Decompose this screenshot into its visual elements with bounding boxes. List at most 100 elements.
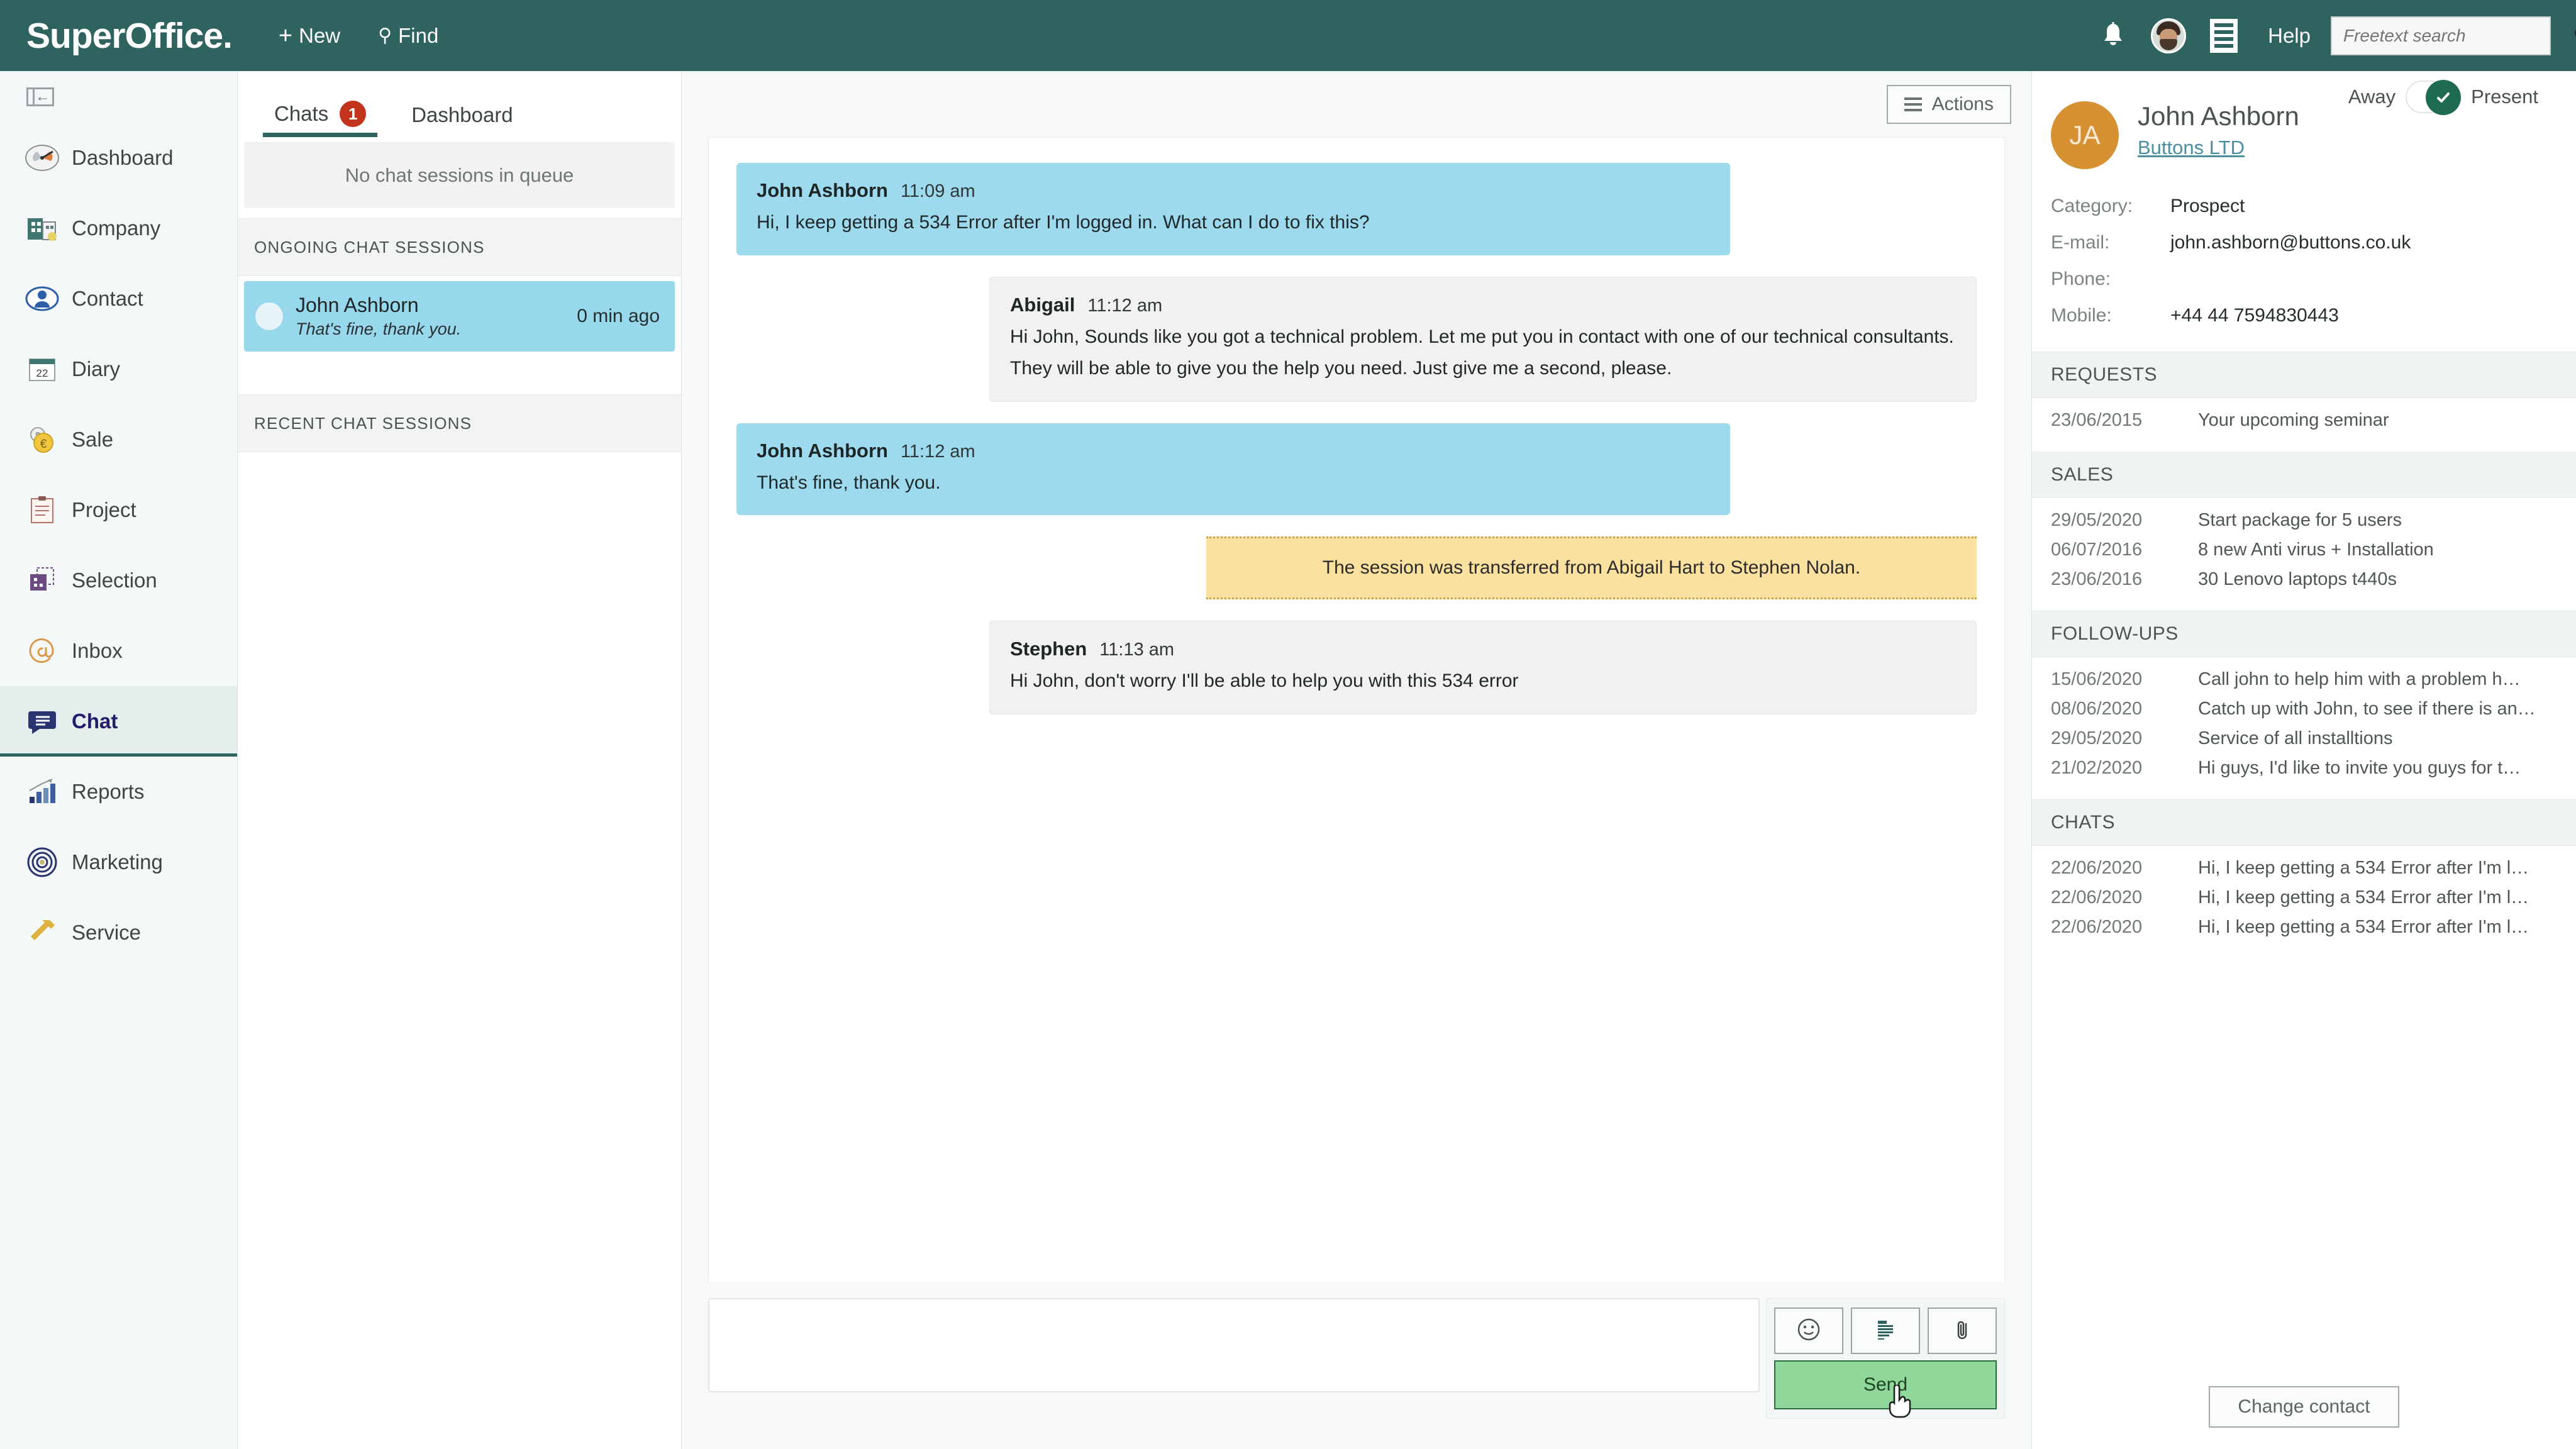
app-logo[interactable]: SuperOffice. — [26, 15, 232, 57]
actions-button-label: Actions — [1932, 94, 1994, 115]
tab-dashboard-label: Dashboard — [411, 103, 513, 127]
contact-company-link[interactable]: Buttons LTD — [2138, 136, 2245, 159]
sidebar-item-chat[interactable]: Chat — [0, 686, 237, 757]
text-template-button[interactable] — [1851, 1307, 1920, 1354]
selection-icon — [19, 563, 65, 598]
message-line: Hi, I keep getting a 534 Error after I'm… — [757, 209, 1710, 236]
field-label: Category: — [2051, 196, 2170, 217]
freetext-search[interactable]: ⚲ — [2331, 16, 2551, 55]
search-input[interactable] — [2343, 26, 2573, 46]
message-time: 11:09 am — [901, 181, 975, 202]
row-date: 06/07/2016 — [2051, 540, 2177, 560]
search-icon[interactable]: ⚲ — [2573, 23, 2576, 48]
list-item[interactable]: 22/06/2020 Hi, I keep getting a 534 Erro… — [2051, 883, 2557, 913]
sidebar-item-marketing[interactable]: Marketing — [0, 827, 237, 897]
section-header-chats: CHATS — [2032, 799, 2576, 846]
conversation-toolbar: Actions — [682, 71, 2031, 137]
message-input[interactable] — [709, 1299, 1758, 1391]
chat-message: Abigail 11:12 am Hi John, Sounds like yo… — [989, 277, 1977, 402]
message-time: 11:13 am — [1099, 640, 1174, 660]
app-header: SuperOffice. + New ⚲ Find — [0, 0, 2576, 71]
row-date: 29/05/2020 — [2051, 728, 2177, 749]
search-icon: ⚲ — [378, 26, 392, 45]
attachment-button[interactable] — [1928, 1307, 1997, 1354]
session-timestamp: 0 min ago — [577, 306, 660, 327]
message-line: Hi John, don't worry I'll be able to hel… — [1010, 668, 1956, 695]
person-icon — [19, 281, 65, 316]
tab-chats[interactable]: Chats 1 — [252, 101, 389, 137]
sidebar-item-sale[interactable]: $ € Sale — [0, 404, 237, 475]
sidebar-item-dashboard[interactable]: Dashboard — [0, 123, 237, 193]
presence-toggle[interactable] — [2406, 80, 2461, 113]
building-icon — [19, 211, 65, 246]
row-text: Hi, I keep getting a 534 Error after I'm… — [2198, 887, 2529, 908]
field-label: Phone: — [2051, 269, 2170, 290]
tab-dashboard[interactable]: Dashboard — [389, 103, 535, 137]
list-item[interactable]: 23/06/2016 30 Lenovo laptops t440s — [2051, 565, 2557, 594]
list-item[interactable]: 29/05/2020 Service of all installtions — [2051, 724, 2557, 753]
sidebar-item-project[interactable]: Project — [0, 475, 237, 545]
chat-message: Stephen 11:13 am Hi John, don't worry I'… — [989, 621, 1977, 714]
row-text: Catch up with John, to see if there is a… — [2198, 699, 2536, 719]
list-item[interactable]: 06/07/2016 8 new Anti virus + Installati… — [2051, 535, 2557, 565]
new-button[interactable]: + New — [279, 24, 340, 48]
sidebar-item-diary[interactable]: 22 Diary — [0, 334, 237, 404]
list-item[interactable]: 23/06/2015 Your upcoming seminar — [2051, 406, 2557, 435]
check-icon — [2426, 80, 2461, 115]
presence-toggle-group: Away Present — [2348, 80, 2538, 113]
recent-sessions-list — [238, 452, 681, 1449]
message-line: That's fine, thank you. — [757, 470, 1710, 497]
session-preview: That's fine, thank you. — [296, 319, 577, 339]
sidebar-item-inbox[interactable]: Inbox — [0, 616, 237, 686]
chat-message: John Ashborn 11:12 am That's fine, thank… — [736, 423, 1730, 516]
notifications-button[interactable] — [2085, 22, 2141, 50]
svg-text:€: € — [40, 438, 47, 451]
find-button[interactable]: ⚲ Find — [378, 24, 438, 48]
sidebar-item-label: Company — [72, 216, 160, 240]
bar-chart-icon — [19, 774, 65, 809]
message-body: That's fine, thank you. — [757, 470, 1710, 497]
section-header-sales: SALES — [2032, 452, 2576, 498]
list-item[interactable]: John Ashborn That's fine, thank you. 0 m… — [244, 281, 675, 352]
chat-tabs: Chats 1 Dashboard — [238, 71, 681, 137]
left-navigation: ← Dashboard — [0, 71, 238, 1449]
list-menu-icon — [2210, 19, 2238, 53]
message-author: John Ashborn — [757, 440, 888, 462]
list-item[interactable]: 22/06/2020 Hi, I keep getting a 534 Erro… — [2051, 913, 2557, 942]
field-value-email: john.ashborn@buttons.co.uk — [2170, 232, 2557, 253]
sidebar-item-company[interactable]: Company — [0, 193, 237, 264]
message-input-wrapper[interactable] — [708, 1298, 1760, 1392]
help-button[interactable]: Help — [2268, 24, 2311, 48]
row-date: 08/06/2020 — [2051, 699, 2177, 719]
list-item[interactable]: 08/06/2020 Catch up with John, to see if… — [2051, 694, 2557, 724]
sidebar-item-contact[interactable]: Contact — [0, 264, 237, 334]
message-time: 11:12 am — [901, 441, 975, 462]
message-body: Hi John, Sounds like you got a technical… — [1010, 324, 1956, 382]
contact-identity: John Ashborn Buttons LTD — [2138, 101, 2299, 159]
sidebar-item-selection[interactable]: Selection — [0, 545, 237, 616]
actions-button[interactable]: Actions — [1887, 85, 2011, 124]
field-label: Mobile: — [2051, 305, 2170, 326]
sidebar-item-reports[interactable]: Reports — [0, 757, 237, 827]
emoji-button[interactable] — [1774, 1307, 1843, 1354]
send-button[interactable]: Send — [1774, 1360, 1997, 1409]
list-item[interactable]: 29/05/2020 Start package for 5 users — [2051, 506, 2557, 535]
attachment-paperclip-icon — [1951, 1317, 1973, 1345]
message-time: 11:12 am — [1087, 296, 1162, 316]
list-menu-button[interactable] — [2196, 19, 2251, 53]
message-author: Abigail — [1010, 294, 1075, 316]
wrench-icon — [19, 915, 65, 950]
row-text: Hi, I keep getting a 534 Error after I'm… — [2198, 858, 2529, 879]
list-item[interactable]: 15/06/2020 Call john to help him with a … — [2051, 665, 2557, 694]
hamburger-icon — [1904, 97, 1922, 111]
header-nav: + New ⚲ Find — [279, 24, 438, 48]
user-profile-button[interactable] — [2141, 18, 2196, 53]
text-template-icon — [1873, 1318, 1898, 1345]
row-text: Service of all installtions — [2198, 728, 2392, 749]
row-text: Start package for 5 users — [2198, 510, 2402, 531]
collapse-panel-icon[interactable]: ← — [26, 87, 54, 106]
change-contact-button[interactable]: Change contact — [2209, 1386, 2399, 1428]
list-item[interactable]: 22/06/2020 Hi, I keep getting a 534 Erro… — [2051, 853, 2557, 883]
list-item[interactable]: 21/02/2020 Hi guys, I'd like to invite y… — [2051, 753, 2557, 783]
sidebar-item-service[interactable]: Service — [0, 897, 237, 968]
